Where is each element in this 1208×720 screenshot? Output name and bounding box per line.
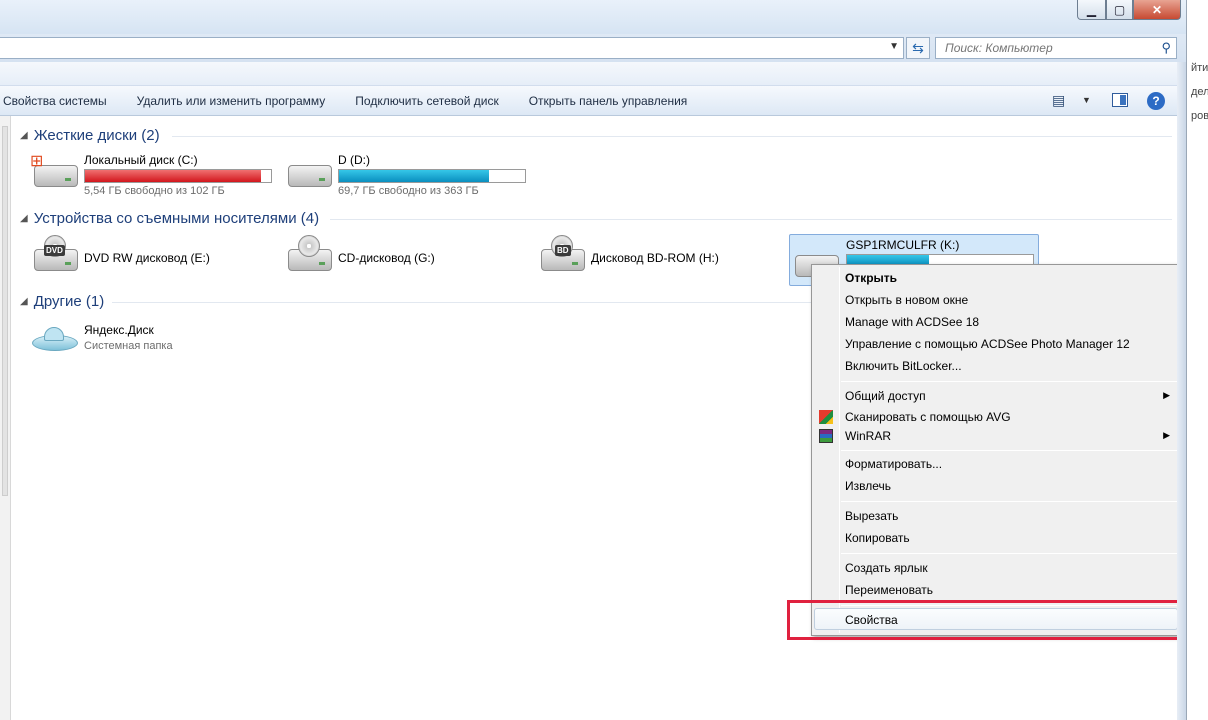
- help-icon[interactable]: ?: [1147, 92, 1165, 110]
- menu-item-open[interactable]: Открыть: [845, 271, 897, 285]
- collapse-icon[interactable]: ◢: [20, 296, 28, 307]
- item-subtitle: Системная папка: [84, 340, 173, 352]
- drive-name: CD-дисковод (G:): [338, 251, 435, 265]
- menu-item-rename[interactable]: Переименовать: [845, 583, 933, 597]
- background-text: дели: [1191, 86, 1208, 98]
- group-header-hard-drives[interactable]: ◢ Жесткие диски (2): [20, 127, 160, 144]
- group-title: Устройства со съемными носителями (4): [33, 210, 320, 227]
- usage-bar: [84, 169, 272, 183]
- scrollbar-thumb[interactable]: [2, 126, 8, 496]
- collapse-icon[interactable]: ◢: [20, 130, 28, 141]
- hard-drive-icon: ⊞: [30, 153, 80, 191]
- menu-item-copy[interactable]: Копировать: [845, 531, 910, 545]
- menu-item-sharing[interactable]: Общий доступ: [845, 389, 926, 403]
- command-bar: Свойства системы Удалить или изменить пр…: [0, 86, 1186, 116]
- window-scrollbar-edge: [1177, 62, 1186, 720]
- background-text: йти: [1191, 62, 1208, 74]
- map-network-drive-button[interactable]: Подключить сетевой диск: [340, 86, 513, 116]
- item-name: Яндекс.Диск: [84, 323, 154, 337]
- menu-item-cut[interactable]: Вырезать: [845, 509, 898, 523]
- search-input[interactable]: [936, 38, 1146, 58]
- uninstall-program-button[interactable]: Удалить или изменить программу: [122, 86, 341, 116]
- menu-item-winrar[interactable]: WinRAR: [845, 429, 891, 443]
- free-space-text: 69,7 ГБ свободно из 363 ГБ: [338, 185, 479, 197]
- yandex-disk-item[interactable]: Яндекс.Диск Системная папка: [30, 323, 173, 361]
- drive-name: D (D:): [338, 153, 370, 167]
- title-bar: ▁ ▢ ✕: [0, 0, 1186, 34]
- cd-drive-icon: [284, 235, 334, 275]
- drive-name: Дисковод BD-ROM (H:): [591, 251, 719, 265]
- chevron-down-icon[interactable]: ▼: [889, 41, 899, 52]
- menu-item-acdsee-pm[interactable]: Управление с помощью ACDSee Photo Manage…: [845, 337, 1130, 351]
- preview-pane-icon[interactable]: [1112, 93, 1128, 107]
- menu-item-format[interactable]: Форматировать...: [845, 457, 942, 471]
- free-space-text: 5,54 ГБ свободно из 102 ГБ: [84, 185, 225, 197]
- windows-logo-icon: ⊞: [30, 153, 44, 170]
- avg-icon: [819, 410, 833, 424]
- group-header-other[interactable]: ◢ Другие (1): [20, 293, 104, 310]
- menu-separator: [841, 381, 1179, 382]
- drive-name: DVD RW дисковод (E:): [84, 251, 210, 265]
- submenu-arrow-icon: ▶: [1163, 390, 1170, 400]
- bd-drive-icon: BD: [537, 235, 587, 275]
- collapse-icon[interactable]: ◢: [20, 213, 28, 224]
- group-title: Другие (1): [33, 293, 105, 310]
- group-divider: [330, 219, 1172, 220]
- system-properties-button[interactable]: Свойства системы: [0, 86, 122, 116]
- submenu-arrow-icon: ▶: [1163, 430, 1170, 440]
- drive-g[interactable]: CD-дисковод (G:): [284, 235, 435, 275]
- address-bar[interactable]: ▼: [0, 37, 904, 59]
- menu-item-bitlocker[interactable]: Включить BitLocker...: [845, 359, 962, 373]
- context-menu: Открыть Открыть в новом окне Manage with…: [811, 264, 1181, 636]
- drive-c[interactable]: ⊞ Локальный диск (C:) 5,54 ГБ свободно и…: [30, 153, 272, 197]
- group-title: Жесткие диски (2): [33, 127, 160, 144]
- open-control-panel-button[interactable]: Открыть панель управления: [514, 86, 703, 116]
- background-text: ров: [1191, 110, 1208, 122]
- search-box[interactable]: ⚲: [935, 37, 1177, 59]
- menu-item-create-shortcut[interactable]: Создать ярлык: [845, 561, 928, 575]
- navigation-pane-edge[interactable]: [0, 116, 11, 720]
- usage-bar: [338, 169, 526, 183]
- menu-separator: [841, 450, 1179, 451]
- menu-item-acdsee18[interactable]: Manage with ACDSee 18: [845, 315, 979, 329]
- hard-drive-icon: [284, 153, 334, 191]
- menu-gutter: [839, 267, 840, 633]
- dvd-drive-icon: DVD: [30, 235, 80, 275]
- drive-e[interactable]: DVD DVD RW дисковод (E:): [30, 235, 210, 275]
- menu-item-eject[interactable]: Извлечь: [845, 479, 891, 493]
- drive-name: Локальный диск (C:): [84, 153, 198, 167]
- menu-item-open-new-window[interactable]: Открыть в новом окне: [845, 293, 968, 307]
- group-header-removable[interactable]: ◢ Устройства со съемными носителями (4): [20, 210, 319, 227]
- background-window: йти дели ров: [1186, 0, 1208, 720]
- highlight-box: [787, 600, 1185, 640]
- search-icon[interactable]: ⚲: [1161, 40, 1171, 56]
- drive-h[interactable]: BD Дисковод BD-ROM (H:): [537, 235, 719, 275]
- drive-name: GSP1RMCULFR (K:): [846, 238, 960, 252]
- minimize-button[interactable]: ▁: [1077, 0, 1106, 20]
- group-divider: [172, 136, 1172, 137]
- refresh-icon[interactable]: ⇆: [906, 37, 930, 59]
- menu-item-avg-scan[interactable]: Сканировать с помощью AVG: [845, 410, 1011, 424]
- view-options-icon[interactable]: ▤: [1052, 92, 1065, 109]
- drive-d[interactable]: D (D:) 69,7 ГБ свободно из 363 ГБ: [284, 153, 526, 197]
- menu-separator: [841, 553, 1179, 554]
- close-button[interactable]: ✕: [1133, 0, 1181, 20]
- maximize-button[interactable]: ▢: [1106, 0, 1133, 20]
- address-bar-row: ▼ ⇆ ⚲: [0, 34, 1186, 62]
- winrar-icon: [819, 429, 833, 443]
- window-controls: ▁ ▢ ✕: [1077, 0, 1181, 20]
- yandex-disk-icon: [30, 323, 80, 361]
- chevron-down-icon[interactable]: ▼: [1082, 95, 1091, 105]
- menu-strip: [0, 62, 1186, 86]
- menu-separator: [841, 501, 1179, 502]
